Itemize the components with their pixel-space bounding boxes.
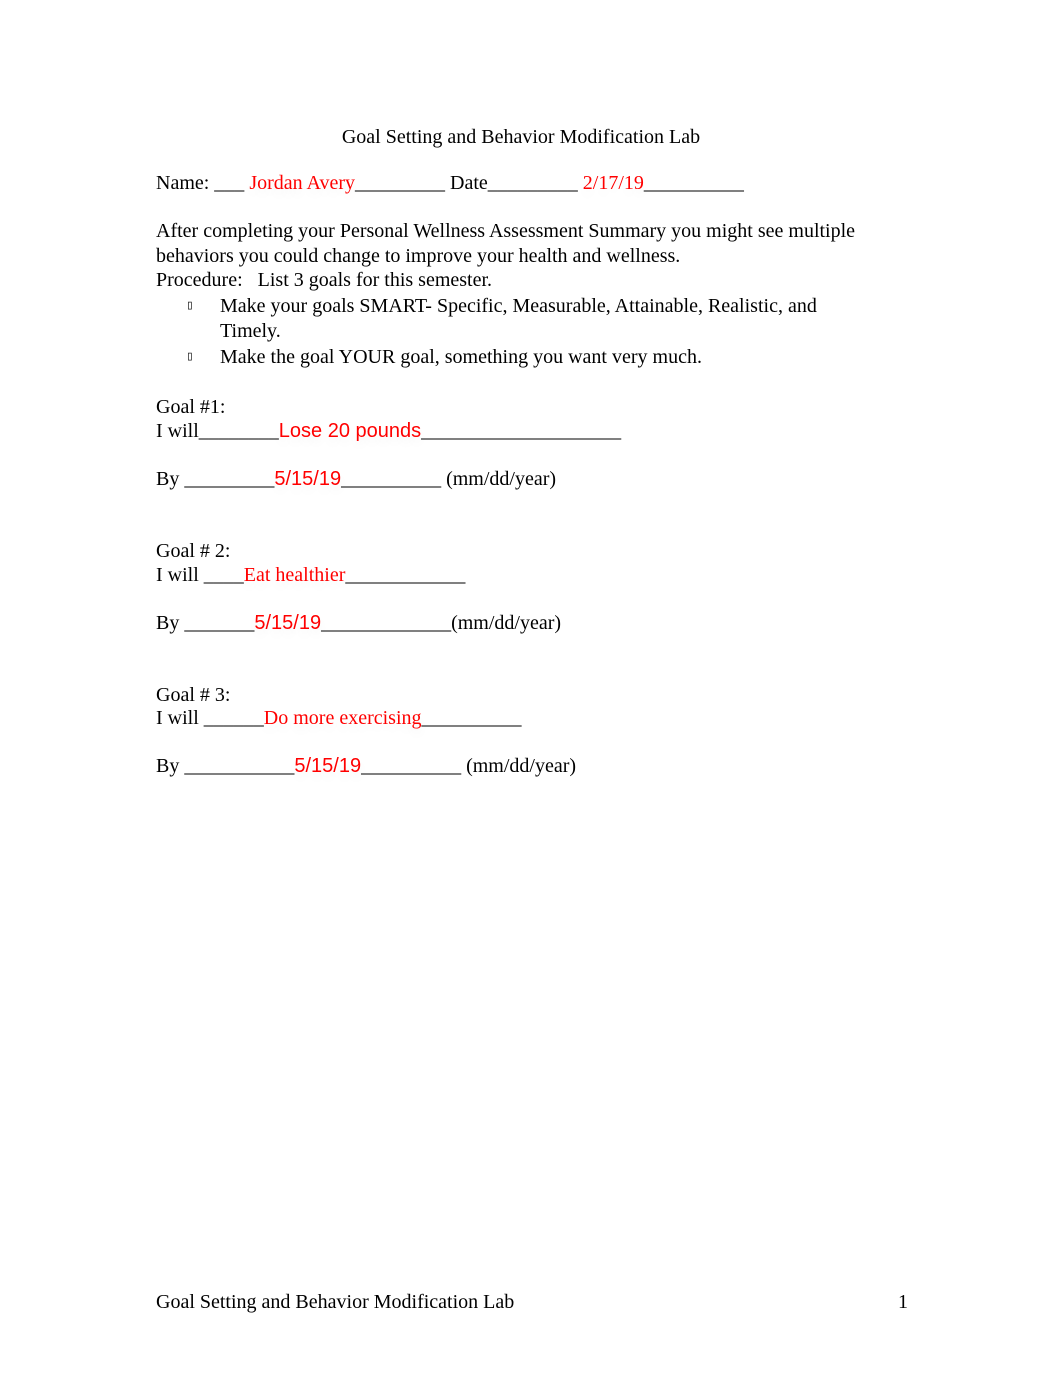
page-footer: Goal Setting and Behavior Modification L… xyxy=(156,1291,515,1313)
intro-line-1: After completing your Personal Wellness … xyxy=(156,220,856,242)
goal-2-by-prefix: By _______ xyxy=(156,612,255,634)
goal-1-will-suffix: ____________________ xyxy=(421,420,622,442)
goal-2-will-line: I will ____Eat healthier____________ xyxy=(156,563,465,587)
goal-1-heading: Goal #1: xyxy=(156,396,226,418)
goal-1-will-line: I will________Lose 20 pounds____________… xyxy=(156,419,621,443)
goal-1-will-value[interactable]: Lose 20 pounds xyxy=(279,420,421,442)
goal-2-will-suffix: ____________ xyxy=(345,564,466,586)
goal-1-by-suffix: __________ (mm/dd/year) xyxy=(341,468,557,490)
bullet-icon: ▯ xyxy=(186,298,194,313)
goal-2-heading: Goal # 2: xyxy=(156,540,231,562)
name-label: Name: ___ xyxy=(156,172,250,194)
goal-3-by-value[interactable]: 5/15/19 xyxy=(294,755,361,777)
bullet-icon: ▯ xyxy=(186,349,194,364)
name-value[interactable]: Jordan Avery xyxy=(249,172,355,194)
goal-2-will-prefix: I will ____ xyxy=(156,564,244,586)
date-value[interactable]: 2/17/19 xyxy=(583,172,644,194)
goal-3-heading: Goal # 3: xyxy=(156,684,231,706)
goal-3-will-value[interactable]: Do more exercising xyxy=(264,707,422,729)
goal-3-by-suffix: __________ (mm/dd/year) xyxy=(361,755,577,777)
goal-3-by-prefix: By ___________ xyxy=(156,755,295,777)
goal-2-by-line: By _______5/15/19_____________(mm/dd/yea… xyxy=(156,611,561,635)
goal-1-by-prefix: By _________ xyxy=(156,468,275,490)
document-page: Goal Setting and Behavior Modification L… xyxy=(0,0,1062,1377)
bullet-2-line-1: Make the goal YOUR goal, something you w… xyxy=(220,346,702,368)
procedure-line: Procedure: List 3 goals for this semeste… xyxy=(156,269,493,291)
intro-line-2: behaviors you could change to improve yo… xyxy=(156,245,681,267)
goal-2-will-value[interactable]: Eat healthier xyxy=(244,564,346,586)
name-date-line: Name: ___ Jordan Avery_________ Date____… xyxy=(156,171,744,195)
date-trail: __________ xyxy=(643,172,744,194)
goal-3-will-line: I will ______Do more exercising_________… xyxy=(156,706,522,730)
goal-3-will-prefix: I will ______ xyxy=(156,707,264,729)
goal-3-by-line: By ___________5/15/19__________ (mm/dd/y… xyxy=(156,754,576,778)
goal-3-will-suffix: __________ xyxy=(421,707,522,729)
goal-1-by-value[interactable]: 5/15/19 xyxy=(274,468,341,490)
date-label: _________ Date_________ xyxy=(355,172,583,194)
goal-2-by-suffix: _____________(mm/dd/year) xyxy=(321,612,562,634)
goal-2-by-value[interactable]: 5/15/19 xyxy=(254,612,321,634)
document-title: Goal Setting and Behavior Modification L… xyxy=(341,126,701,148)
bullet-1-line-2: Timely. xyxy=(220,320,281,342)
page-number: 1 xyxy=(898,1291,908,1313)
bullet-1-line-1: Make your goals SMART- Specific, Measura… xyxy=(220,295,817,317)
goal-1-will-prefix: I will________ xyxy=(156,420,279,442)
goal-1-by-line: By _________5/15/19__________ (mm/dd/yea… xyxy=(156,467,556,491)
